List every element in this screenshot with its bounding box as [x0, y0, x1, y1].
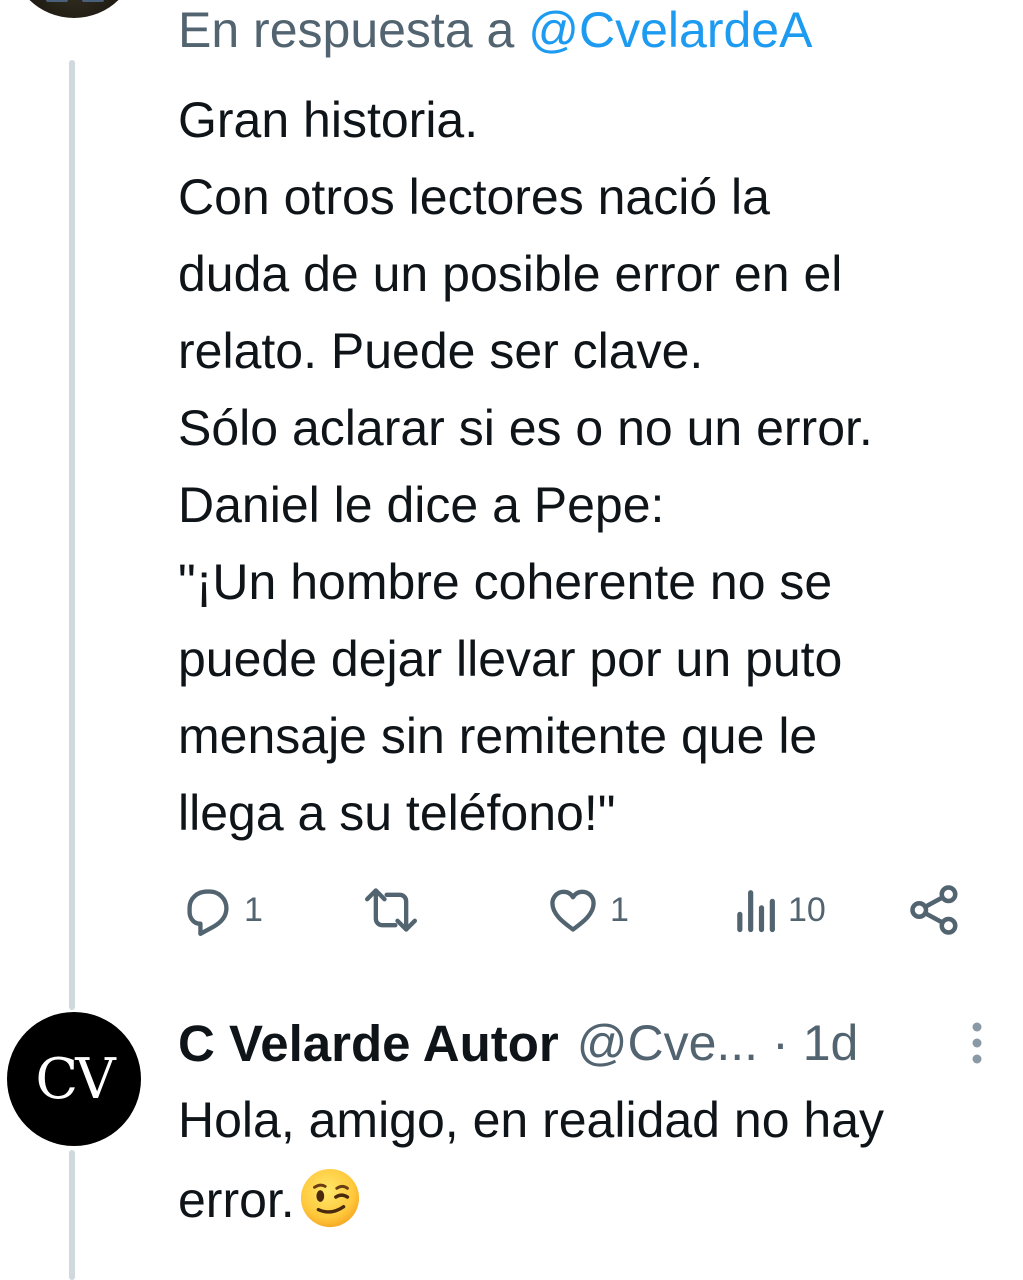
reply-to-label: En respuesta a @CvelardeA — [178, 0, 812, 62]
repost-icon — [365, 888, 417, 932]
like-count: 1 — [610, 890, 629, 929]
reply-button[interactable]: 1 — [182, 880, 263, 940]
avatar[interactable] — [10, 0, 138, 18]
winking-face-emoji-icon — [300, 1168, 359, 1228]
like-button[interactable]: 1 — [546, 880, 629, 940]
thread-line-bottom — [69, 1150, 75, 1280]
tweet-actions: 1 1 10 — [178, 880, 978, 940]
views-count: 10 — [788, 890, 826, 929]
reply-to-handle-link[interactable]: @CvelardeA — [528, 2, 812, 58]
more-options-icon[interactable] — [966, 1018, 988, 1068]
share-button[interactable] — [908, 880, 962, 940]
header-separator: · — [772, 1015, 789, 1071]
heart-icon — [550, 889, 596, 932]
reply-count: 1 — [244, 890, 263, 929]
tweet-text: Gran historia. Con otros lectores nació … — [178, 92, 873, 841]
reply-text-container: Hola, amigo, en realidad no hay error. — [178, 1080, 1018, 1240]
thread-line-top — [69, 60, 75, 1010]
reply-icon — [187, 889, 229, 936]
reply-text: Hola, amigo, en realidad no hay error. — [178, 1092, 885, 1228]
author-handle[interactable]: @Cve... — [577, 1014, 758, 1072]
reply-to-prefix: En respuesta a — [178, 2, 529, 58]
author-name[interactable]: C Velarde Autor — [178, 1014, 559, 1073]
author-avatar[interactable]: CV — [7, 1012, 141, 1146]
post-time[interactable]: 1d — [803, 1014, 859, 1072]
avatar-detail — [82, 0, 104, 2]
repost-button[interactable] — [358, 880, 434, 940]
avatar-logo-text: CV — [35, 1046, 115, 1112]
reply-header: C Velarde Autor @Cve... · 1d — [178, 1010, 858, 1076]
views-button[interactable]: 10 — [732, 880, 826, 940]
avatar-detail — [46, 0, 68, 2]
views-icon — [737, 890, 775, 933]
share-icon — [910, 885, 958, 935]
